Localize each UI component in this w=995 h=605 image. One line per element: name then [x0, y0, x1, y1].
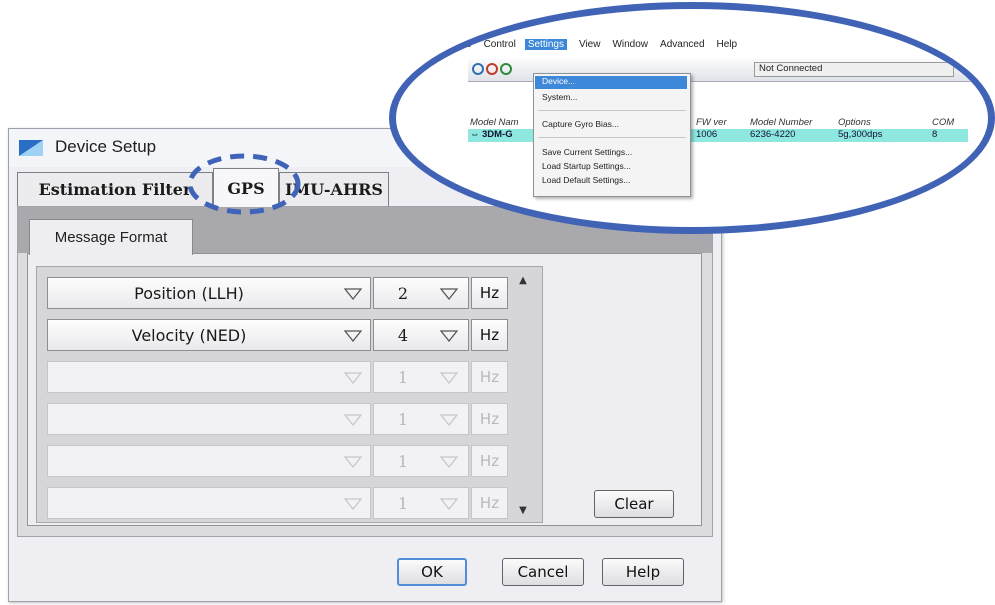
device-com: 8 — [932, 129, 938, 140]
rate-select: 1 — [373, 445, 469, 477]
dropdown-arrow-icon — [440, 330, 458, 342]
message-row: Position (LLH) 2 Hz — [47, 277, 509, 311]
rate-unit: Hz — [471, 487, 508, 519]
app-icon — [19, 140, 43, 156]
col-model-number: Model Number — [750, 117, 813, 128]
rate-unit: Hz — [471, 361, 508, 393]
format-value: Velocity (NED) — [131, 326, 247, 345]
rate-unit: Hz — [471, 445, 508, 477]
menu-item-control[interactable]: Control — [484, 39, 516, 50]
menu-item-device[interactable]: Device... — [535, 76, 687, 89]
scroll-up-icon[interactable]: ▲ — [513, 273, 533, 287]
col-fw-ver: FW ver — [696, 117, 727, 128]
message-format-select[interactable]: Position (LLH) — [47, 277, 371, 309]
rate-select: 1 — [373, 403, 469, 435]
message-list-scrollbar[interactable]: ▲ ▼ — [513, 273, 533, 517]
gps-tab-highlight — [187, 153, 301, 215]
menu-bar: e Control Settings View Window Advanced … — [466, 39, 749, 50]
message-format-select[interactable]: Velocity (NED) — [47, 319, 371, 351]
dropdown-arrow-icon — [440, 414, 458, 426]
menu-item-view[interactable]: View — [579, 39, 601, 50]
record-icon[interactable] — [500, 63, 512, 75]
zoomed-menu-callout: e Control Settings View Window Advanced … — [389, 2, 995, 234]
connect-icon[interactable] — [472, 63, 484, 75]
help-button[interactable]: Help — [602, 558, 684, 586]
message-format-select — [47, 361, 371, 393]
settings-menu: Device... System... Capture Gyro Bias...… — [533, 73, 691, 197]
rate-value: 4 — [397, 326, 409, 345]
dropdown-arrow-icon — [344, 456, 362, 468]
menu-item-system[interactable]: System... — [542, 92, 577, 105]
dropdown-arrow-icon — [440, 456, 458, 468]
cancel-button[interactable]: Cancel — [502, 558, 584, 586]
menu-separator — [538, 137, 686, 138]
dropdown-arrow-icon — [440, 288, 458, 300]
connection-status: Not Connected — [754, 62, 954, 77]
rate-value: 1 — [397, 368, 409, 387]
tab-message-format[interactable]: Message Format — [29, 219, 193, 255]
device-options: 5g,300dps — [838, 129, 883, 140]
rate-select: 1 — [373, 361, 469, 393]
rate-value: 1 — [397, 410, 409, 429]
dropdown-arrow-icon — [344, 414, 362, 426]
message-row: 1 Hz — [47, 361, 509, 395]
rate-unit: Hz — [471, 403, 508, 435]
rate-value: 2 — [397, 284, 409, 303]
message-row: Velocity (NED) 4 Hz — [47, 319, 509, 353]
message-list: Position (LLH) 2 Hz Velocity (NED) 4 Hz … — [36, 266, 543, 523]
menu-item-settings[interactable]: Settings — [524, 39, 567, 50]
gps-tab-panel: Message Format Position (LLH) 2 Hz Veloc… — [17, 206, 713, 537]
disconnect-icon[interactable] — [486, 63, 498, 75]
col-options: Options — [838, 117, 871, 128]
rate-value: 1 — [397, 494, 409, 513]
message-row: 1 Hz — [47, 403, 509, 437]
device-name: 3DM-G — [482, 129, 513, 140]
message-row: 1 Hz — [47, 445, 509, 479]
message-row: 1 Hz — [47, 487, 509, 521]
dropdown-arrow-icon — [344, 288, 362, 300]
rate-select: 1 — [373, 487, 469, 519]
menu-item-save-current-settings[interactable]: Save Current Settings... — [542, 147, 632, 160]
menu-separator — [538, 110, 686, 111]
col-com: COM — [932, 117, 955, 128]
dropdown-arrow-icon — [344, 498, 362, 510]
menu-item-file-fragment[interactable]: e — [466, 39, 472, 50]
clear-button[interactable]: Clear — [594, 490, 674, 518]
message-format-select — [47, 403, 371, 435]
dialog-title: Device Setup — [55, 137, 157, 156]
message-format-panel: Position (LLH) 2 Hz Velocity (NED) 4 Hz … — [27, 253, 702, 526]
scroll-down-icon[interactable]: ▼ — [513, 503, 533, 517]
menu-item-load-default-settings[interactable]: Load Default Settings... — [542, 175, 630, 188]
dropdown-arrow-icon — [440, 498, 458, 510]
dropdown-arrow-icon — [440, 372, 458, 384]
menu-item-advanced[interactable]: Advanced — [660, 39, 704, 50]
rate-unit: Hz — [471, 277, 508, 309]
dropdown-arrow-icon — [344, 330, 362, 342]
device-model-number: 6236-4220 — [750, 129, 796, 140]
format-value: Position (LLH) — [134, 284, 244, 303]
rate-unit: Hz — [471, 319, 508, 351]
menu-item-load-startup-settings[interactable]: Load Startup Settings... — [542, 161, 631, 174]
dropdown-arrow-icon — [344, 372, 362, 384]
menu-item-capture-gyro-bias[interactable]: Capture Gyro Bias... — [542, 119, 619, 132]
device-fw: 1006 — [696, 129, 718, 140]
rate-select[interactable]: 2 — [373, 277, 469, 309]
ok-button[interactable]: OK — [397, 558, 467, 586]
rate-select[interactable]: 4 — [373, 319, 469, 351]
col-model-name: Model Nam — [470, 117, 519, 128]
device-status-icon: ⇔ — [470, 129, 480, 140]
menu-item-window[interactable]: Window — [612, 39, 648, 50]
menu-item-help[interactable]: Help — [717, 39, 738, 50]
rate-value: 1 — [397, 452, 409, 471]
message-format-select — [47, 487, 371, 519]
message-format-select — [47, 445, 371, 477]
